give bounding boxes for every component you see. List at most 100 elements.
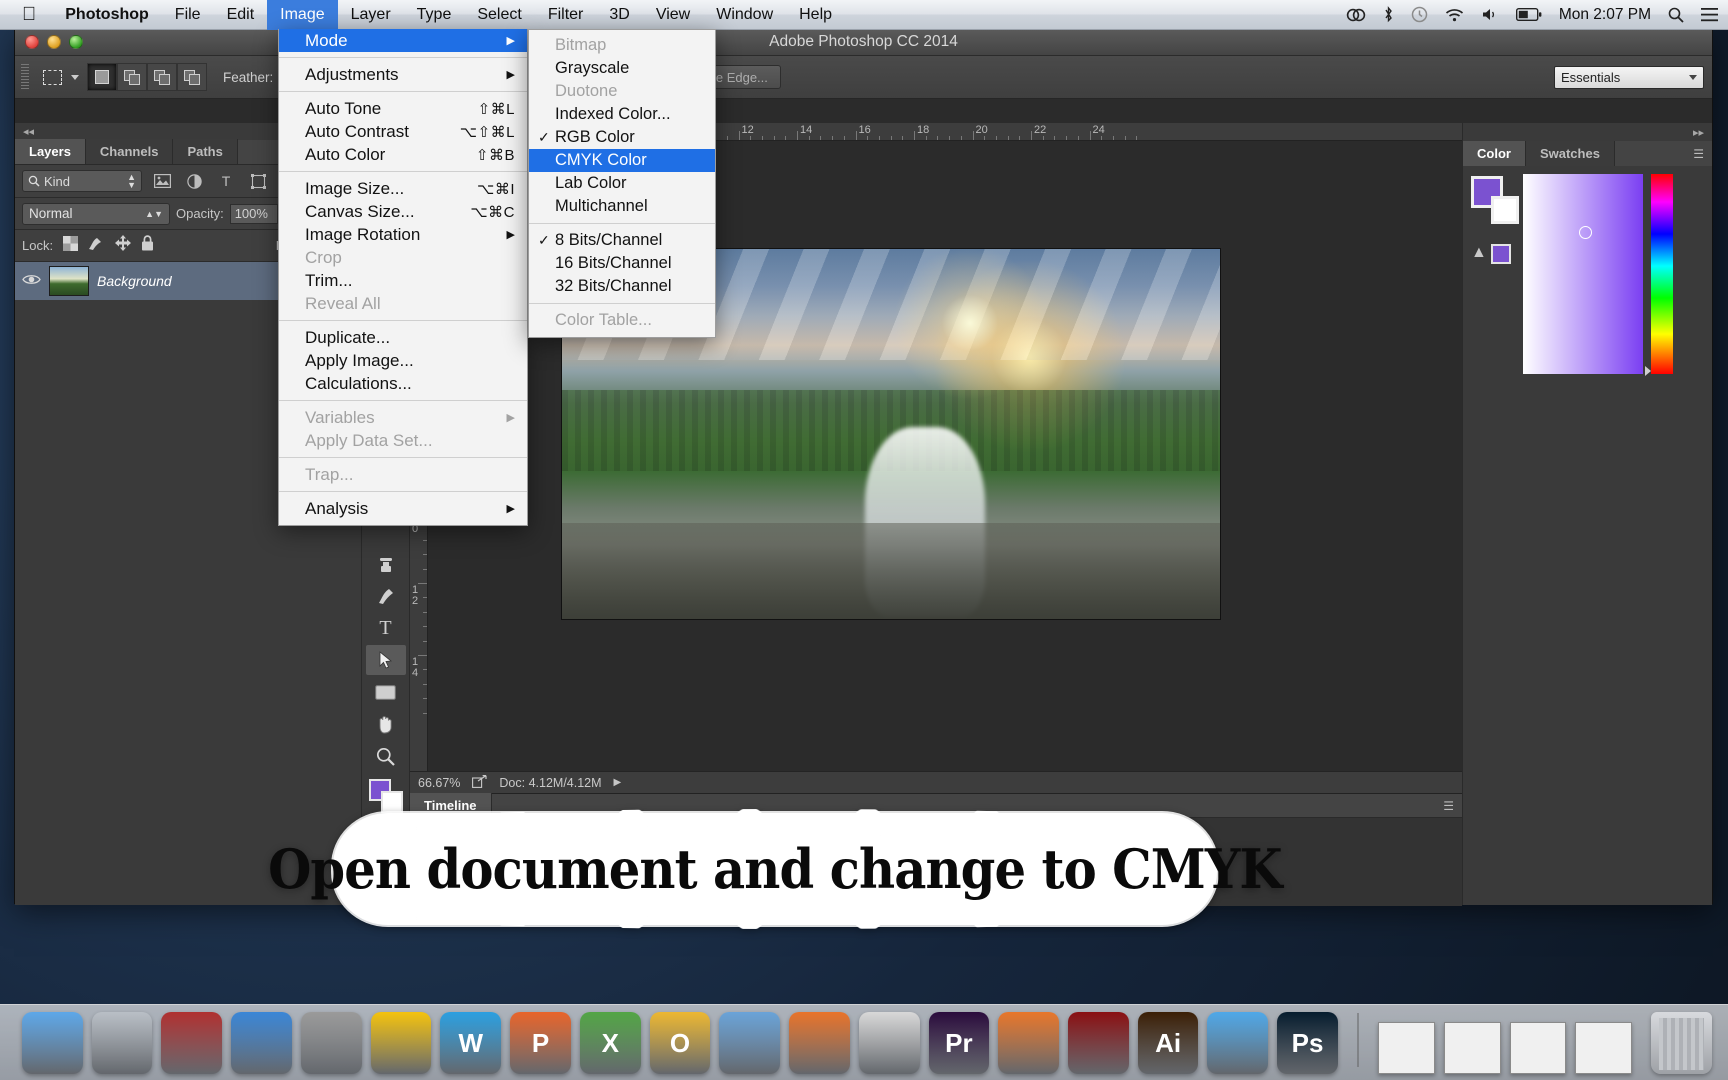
tab-layers[interactable]: Layers [15,139,86,164]
tab-paths[interactable]: Paths [173,139,238,164]
image-menu-item-auto-tone[interactable]: Auto Tone ⇧⌘L [279,97,527,120]
menu-item-file[interactable]: File [162,0,214,30]
adobe-premiere-icon[interactable]: Pr [928,1012,990,1074]
right-panel-expand-icon[interactable]: ▸▸ [1463,123,1712,141]
itunes-icon[interactable] [1207,1012,1269,1074]
microsoft-powerpoint-icon[interactable]: P [510,1012,571,1074]
mode-menu-item-multichannel[interactable]: Multichannel [529,195,715,218]
image-menu-item-image-rotation[interactable]: Image Rotation ▶ [279,223,527,246]
minimize-button[interactable] [47,35,61,49]
document-info[interactable]: Doc: 4.12M/4.12M [499,776,601,790]
trash-icon[interactable] [1651,1012,1713,1074]
window-controls[interactable] [15,35,83,49]
color-gradient-field[interactable] [1523,174,1643,374]
selection-mode-group[interactable] [87,63,207,91]
zoom-button[interactable] [69,35,83,49]
time-machine-icon[interactable] [1411,6,1428,23]
microsoft-excel-icon[interactable]: X [579,1012,641,1074]
opacity-input[interactable]: 100% [229,203,278,224]
tab-channels[interactable]: Channels [85,139,174,164]
mode-menu-item-8-bits-channel[interactable]: ✓ 8 Bits/Channel [529,229,715,252]
image-menu-item-mode[interactable]: Mode ▶ [279,29,527,52]
rectangle-tool-icon[interactable] [366,677,406,707]
adjustment-filter-icon[interactable] [182,170,206,192]
close-button[interactable] [25,35,39,49]
menu-bar-clock[interactable]: Mon 2:07 PM [1559,6,1651,24]
hue-strip[interactable] [1645,174,1673,376]
image-menu-item-image-size[interactable]: Image Size... ⌥⌘I [279,177,527,200]
image-menu-item-calculations[interactable]: Calculations... [279,372,527,395]
wifi-icon[interactable] [1445,8,1464,22]
lock-transparency-icon[interactable] [63,235,79,256]
intersect-selection-button[interactable] [177,63,207,91]
new-selection-button[interactable] [87,63,117,91]
apple-menu-icon[interactable]:  [0,5,52,24]
mode-menu-item-rgb-color[interactable]: ✓ RGB Color [529,126,715,149]
layer-name[interactable]: Background [97,273,172,289]
adobe-acrobat-icon[interactable] [1068,1012,1129,1074]
excel-window-icon[interactable] [1443,1022,1501,1074]
document-icon[interactable] [1377,1022,1435,1074]
menu-item-help[interactable]: Help [786,0,845,30]
mode-menu-item-cmyk-color[interactable]: CMYK Color [529,149,715,172]
shape-filter-icon[interactable] [246,170,270,192]
mode-menu-item-32-bits-channel[interactable]: 32 Bits/Channel [529,275,715,298]
photo-booth-icon[interactable] [161,1012,223,1074]
subtract-from-selection-button[interactable] [147,63,177,91]
menu-item-photoshop[interactable]: Photoshop [52,0,162,30]
workspace-selector[interactable]: Essentials [1554,65,1704,89]
layer-thumbnail[interactable] [49,266,89,296]
background-color-swatch[interactable] [1491,196,1519,224]
menu-item-type[interactable]: Type [404,0,465,30]
lock-image-icon[interactable] [88,236,105,256]
options-bar-grip[interactable] [21,64,29,90]
hand-tool-icon[interactable] [366,709,406,739]
image-menu-item-canvas-size[interactable]: Canvas Size... ⌥⌘C [279,200,527,223]
vlc-icon[interactable] [998,1012,1060,1074]
panel-menu-icon[interactable]: ☰ [1443,799,1462,813]
history-brush-icon[interactable] [366,581,406,611]
expand-arrow-icon[interactable]: ▶ [614,777,622,788]
path-selection-icon[interactable] [365,645,406,675]
pixel-filter-icon[interactable] [150,170,174,192]
gamut-swatch[interactable] [1491,244,1511,264]
bluetooth-icon[interactable] [1383,6,1394,23]
image-menu-dropdown[interactable]: Mode ▶ Adjustments ▶ Auto Tone ⇧⌘L Auto Contra… [278,29,528,526]
microsoft-outlook-icon[interactable]: O [649,1012,711,1074]
creative-cloud-icon[interactable] [1346,7,1366,23]
mode-menu-item-indexed-color[interactable]: Indexed Color... [529,103,715,126]
clone-stamp-icon[interactable] [366,549,406,579]
image-menu-item-duplicate[interactable]: Duplicate... [279,326,527,349]
type-filter-icon[interactable]: T [214,170,238,192]
adobe-illustrator-icon[interactable]: Ai [1137,1012,1199,1074]
tool-preset-chevron-down-icon[interactable] [71,74,79,80]
battery-icon[interactable] [1515,8,1542,21]
lock-position-icon[interactable] [115,235,132,256]
mode-menu-item-grayscale[interactable]: Grayscale [529,57,715,80]
tab-color[interactable]: Color [1463,141,1526,166]
menu-item-layer[interactable]: Layer [338,0,404,30]
image-capture-icon[interactable] [858,1012,920,1074]
adobe-photoshop-icon[interactable]: Ps [1277,1012,1338,1074]
type-tool-icon[interactable]: T [366,613,406,643]
image-menu-item-analysis[interactable]: Analysis ▶ [279,497,527,520]
rectangular-marquee-tool-icon[interactable] [37,64,67,90]
zoom-level[interactable]: 66.67% [418,776,460,790]
keynote-icon[interactable] [231,1012,292,1074]
filezilla-icon[interactable] [719,1012,781,1074]
image-menu-item-adjustments[interactable]: Adjustments ▶ [279,63,527,86]
zoom-tool-icon[interactable] [366,741,406,771]
image-menu-item-trim[interactable]: Trim... [279,269,527,292]
share-icon[interactable] [472,774,488,791]
fusion-360-icon[interactable] [789,1012,850,1074]
layer-visibility-icon[interactable] [21,273,41,290]
word-window-icon[interactable] [1509,1022,1567,1074]
hue-marker[interactable] [1645,366,1651,376]
mode-submenu-dropdown[interactable]: Bitmap Grayscale Duotone Indexed Color... ✓ R… [528,29,716,338]
add-to-selection-button[interactable] [117,63,147,91]
volume-icon[interactable] [1481,7,1499,22]
launchpad-icon[interactable] [91,1012,153,1074]
system-preferences-icon[interactable] [300,1012,362,1074]
foreground-background-color[interactable] [368,779,403,813]
search-icon[interactable] [1668,7,1684,23]
